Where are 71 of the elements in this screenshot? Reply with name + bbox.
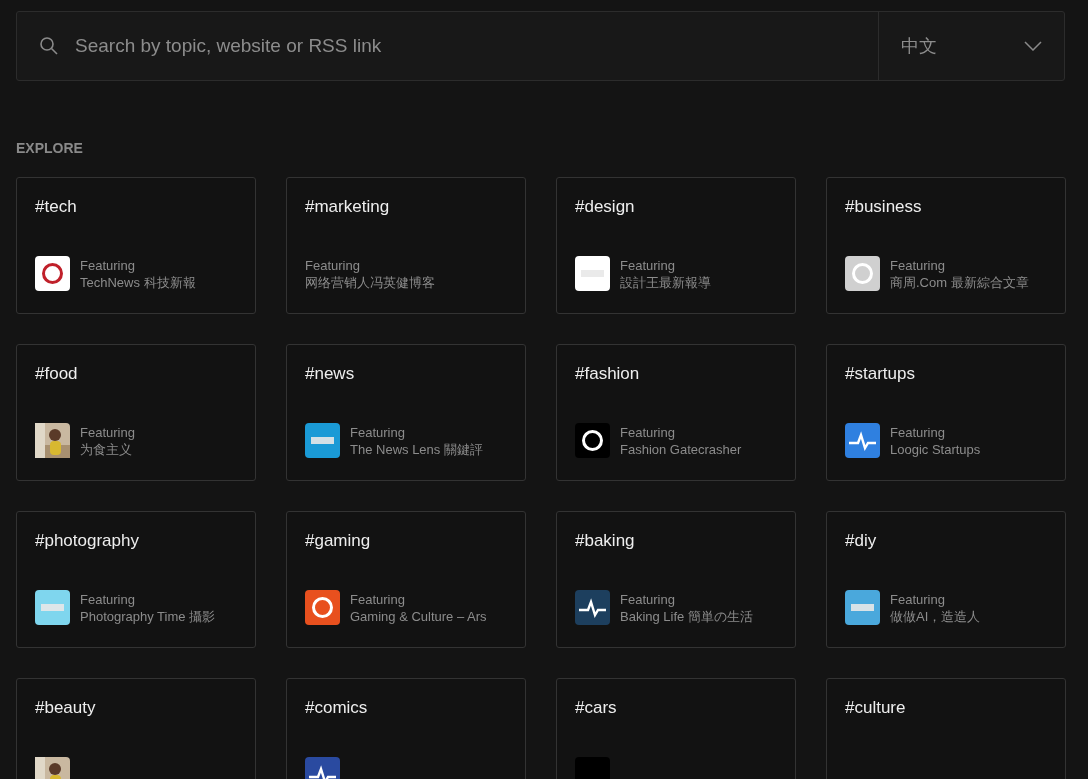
featuring-label: Featuring bbox=[305, 256, 361, 274]
topic-card[interactable]: #culture bbox=[826, 678, 1066, 779]
featuring-label: Featuring bbox=[80, 590, 136, 608]
topic-card[interactable]: #startups Featuring Loogic Startups bbox=[826, 344, 1066, 481]
topic-tag: #baking bbox=[575, 531, 777, 551]
topic-tag: #gaming bbox=[305, 531, 507, 551]
source-name: 做做AI，造造人 bbox=[890, 607, 981, 625]
featuring-label: Featuring bbox=[890, 590, 946, 608]
featuring-label: Featuring bbox=[890, 256, 946, 274]
topic-tag: #cars bbox=[575, 698, 777, 718]
topic-tag: #tech bbox=[35, 197, 237, 217]
topic-card[interactable]: #design Featuring 設計王最新報導 bbox=[556, 177, 796, 314]
source-name: The News Lens 關鍵評 bbox=[350, 440, 483, 458]
source-name: 为食主义 bbox=[80, 440, 133, 458]
source-name: TechNews 科技新報 bbox=[80, 273, 196, 291]
source-logo-icon bbox=[305, 423, 340, 458]
source-logo-icon bbox=[845, 256, 880, 291]
featuring-label: Featuring bbox=[350, 423, 406, 441]
topic-tag: #comics bbox=[305, 698, 507, 718]
topic-card[interactable]: #beauty bbox=[16, 678, 256, 779]
source-logo-icon bbox=[305, 590, 340, 625]
topic-tag: #diy bbox=[845, 531, 1047, 551]
featuring-label: Featuring bbox=[80, 256, 136, 274]
topic-tag: #design bbox=[575, 197, 777, 217]
featuring-label: Featuring bbox=[890, 423, 946, 441]
topic-tag: #marketing bbox=[305, 197, 507, 217]
section-title: EXPLORE bbox=[16, 140, 84, 156]
source-name: 网络营销人冯英健博客 bbox=[305, 273, 435, 291]
topic-card[interactable]: #cars bbox=[556, 678, 796, 779]
source-name: Gaming & Culture – Ars bbox=[350, 607, 487, 625]
topic-tag: #photography bbox=[35, 531, 237, 551]
topic-card[interactable]: #food Featuring 为食主义 bbox=[16, 344, 256, 481]
search-icon bbox=[39, 36, 59, 56]
chevron-down-icon bbox=[1024, 41, 1042, 51]
featuring-label: Featuring bbox=[350, 590, 406, 608]
topic-tag: #startups bbox=[845, 364, 1047, 384]
source-logo-icon bbox=[575, 256, 610, 291]
topic-tag: #fashion bbox=[575, 364, 777, 384]
source-name: Baking Life 簡単の生活 bbox=[620, 607, 753, 625]
topic-tag: #news bbox=[305, 364, 507, 384]
source-logo-icon bbox=[575, 590, 610, 625]
source-name: 設計王最新報導 bbox=[620, 273, 711, 291]
language-dropdown[interactable]: 中文 bbox=[878, 12, 1064, 80]
topic-card[interactable]: #gaming Featuring Gaming & Culture – Ars bbox=[286, 511, 526, 648]
source-name: Fashion Gatecrasher bbox=[620, 440, 742, 458]
topic-card[interactable]: #news Featuring The News Lens 關鍵評 bbox=[286, 344, 526, 481]
topic-card[interactable]: #business Featuring 商周.Com 最新綜合文章 bbox=[826, 177, 1066, 314]
source-name: Photography Time 攝影 bbox=[80, 607, 216, 625]
source-name: Loogic Startups bbox=[890, 440, 981, 458]
topic-card[interactable]: #fashion Featuring Fashion Gatecrasher bbox=[556, 344, 796, 481]
topic-tag: #beauty bbox=[35, 698, 237, 718]
topic-card[interactable]: #baking Featuring Baking Life 簡単の生活 bbox=[556, 511, 796, 648]
topic-card[interactable]: #marketing Featuring 网络营销人冯英健博客 bbox=[286, 177, 526, 314]
topic-tag: #culture bbox=[845, 698, 1047, 718]
topic-tag: #business bbox=[845, 197, 1047, 217]
featuring-label: Featuring bbox=[80, 423, 135, 441]
featuring-label: Featuring bbox=[620, 256, 676, 274]
featuring-label: Featuring bbox=[620, 423, 676, 441]
source-logo-icon bbox=[35, 590, 70, 625]
source-logo-icon bbox=[845, 423, 880, 458]
source-name: 商周.Com 最新綜合文章 bbox=[890, 273, 1029, 291]
featuring-label: Featuring bbox=[620, 590, 676, 608]
source-logo-icon bbox=[845, 590, 880, 625]
topic-card[interactable]: #diy Featuring 做做AI，造造人 bbox=[826, 511, 1066, 648]
topic-card[interactable]: #photography Featuring Photography Time 攝影 bbox=[16, 511, 256, 648]
source-logo-icon bbox=[575, 423, 610, 458]
topic-card[interactable]: #comics bbox=[286, 678, 526, 779]
search-field[interactable]: Search by topic, website or RSS link 中文 bbox=[16, 11, 1065, 81]
topic-card[interactable]: #tech Featuring TechNews 科技新報 bbox=[16, 177, 256, 314]
source-logo-icon bbox=[35, 256, 70, 291]
topic-tag: #food bbox=[35, 364, 237, 384]
